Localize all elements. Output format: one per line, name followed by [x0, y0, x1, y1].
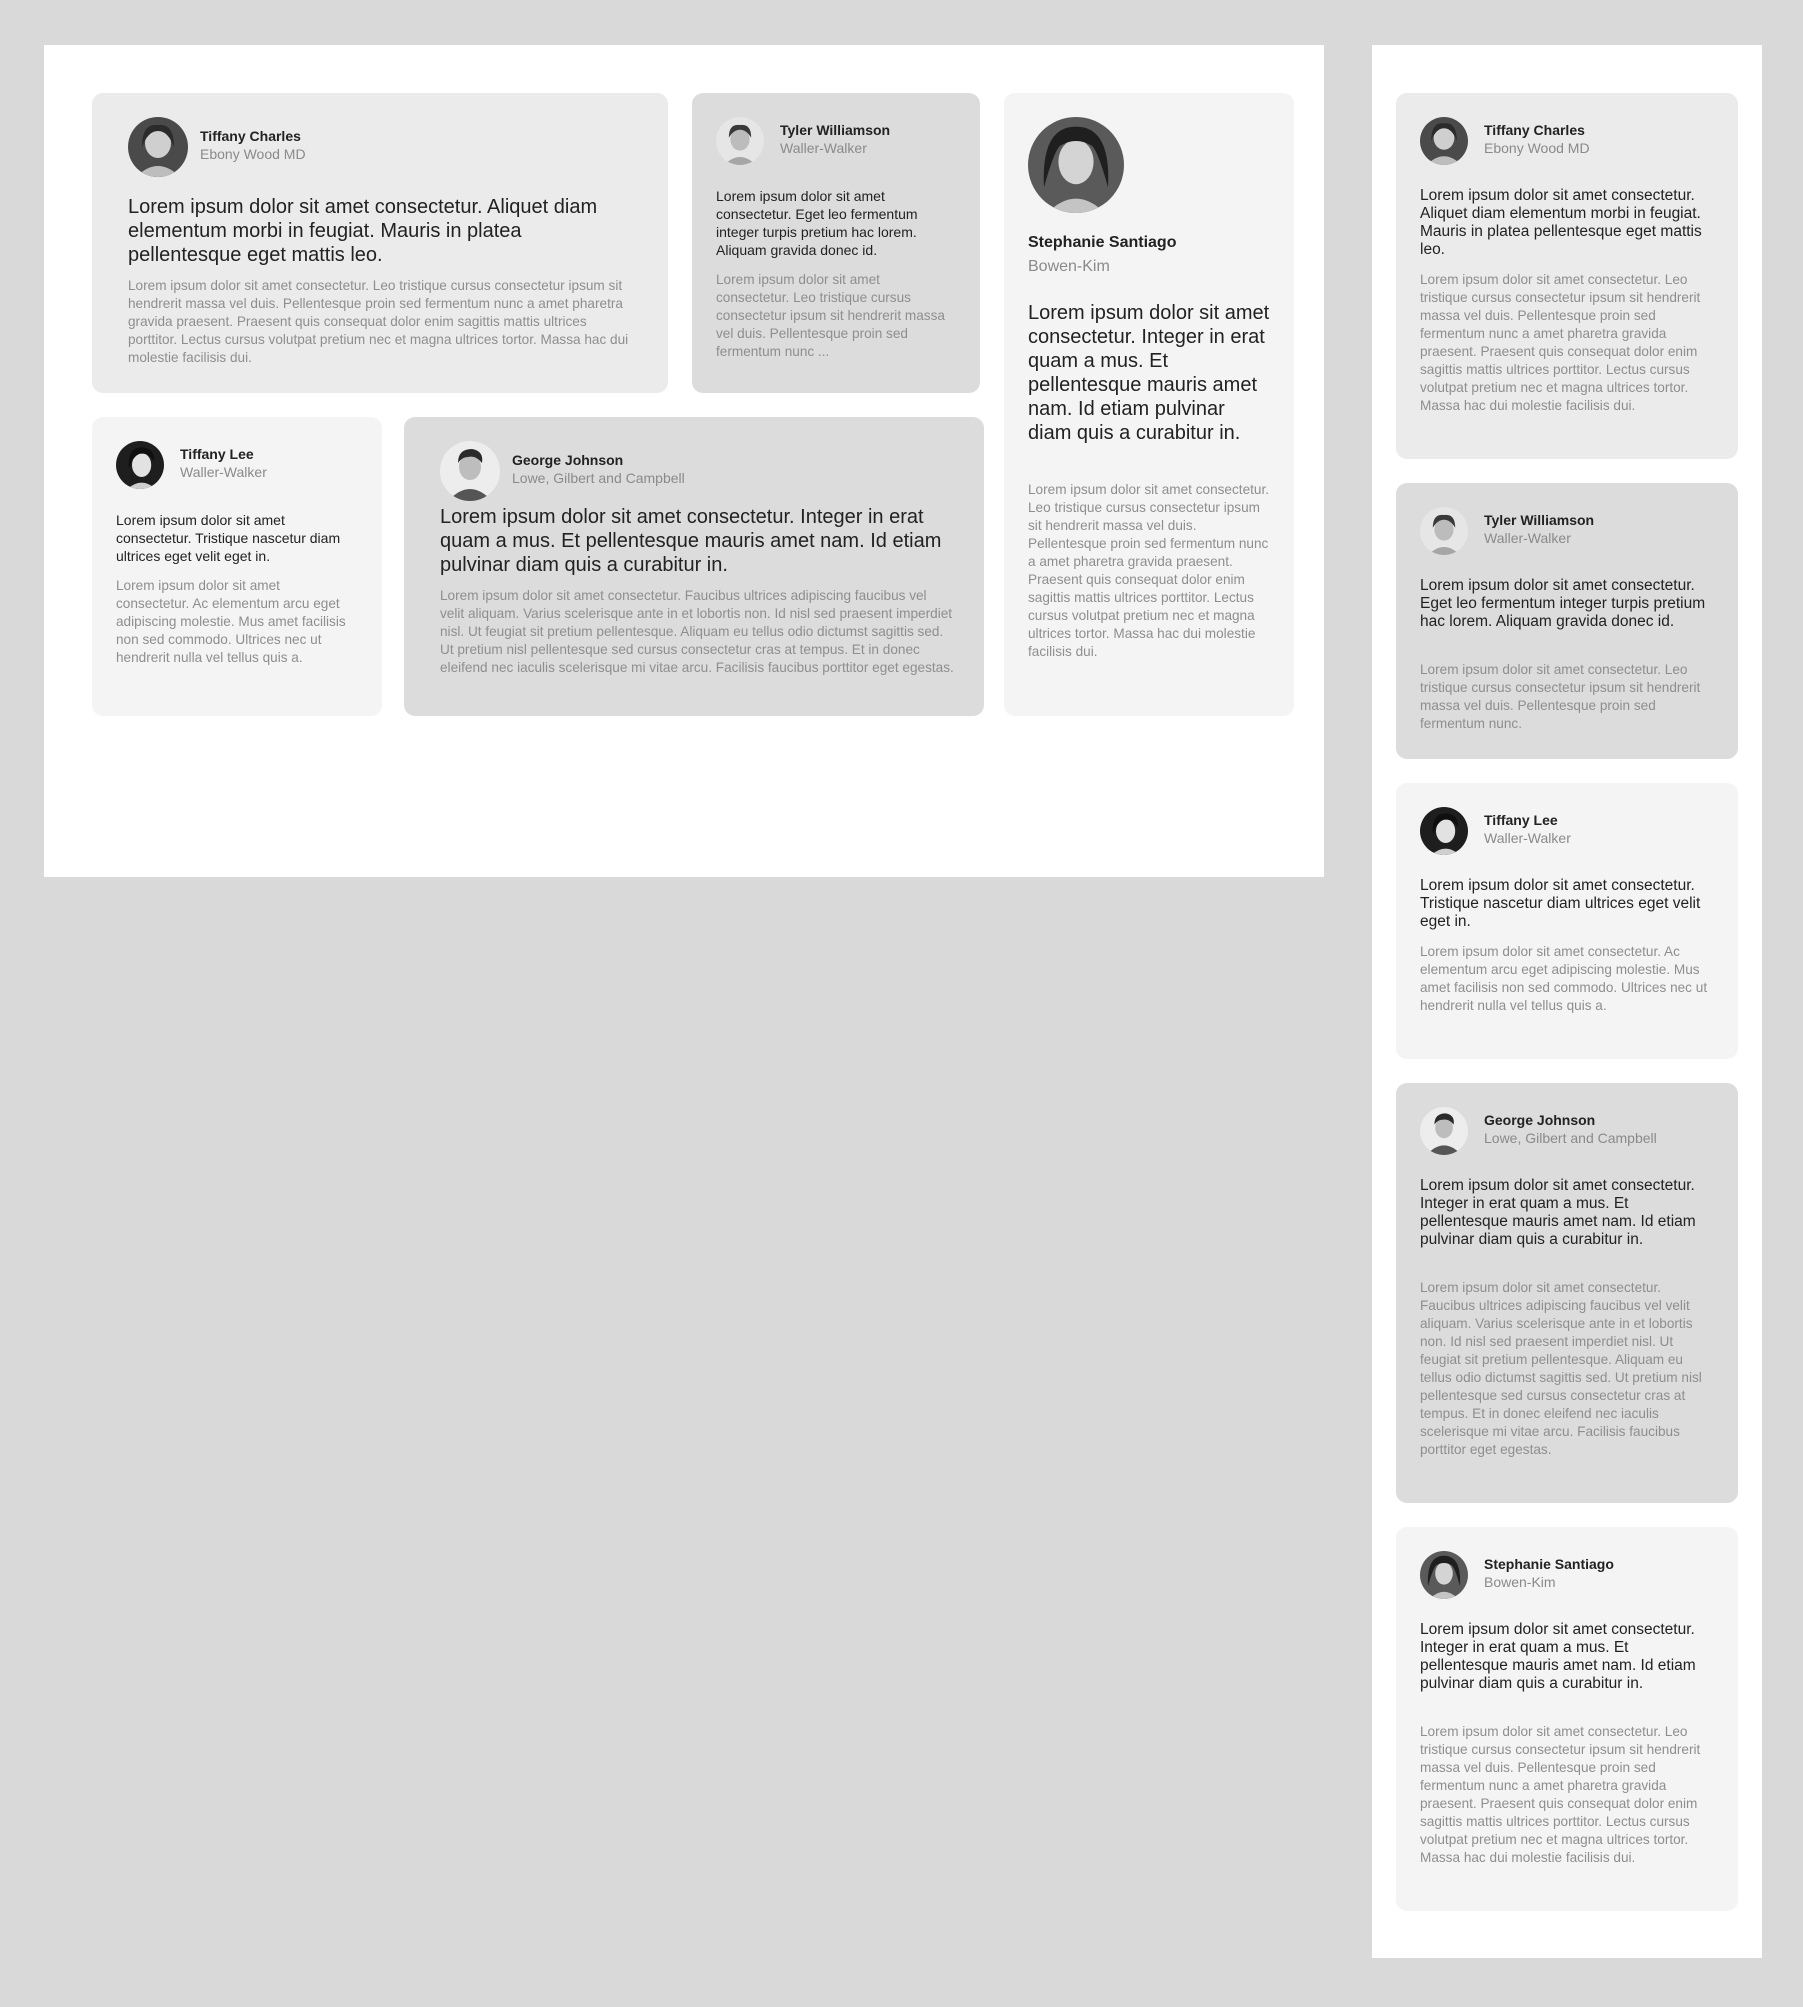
- testimonial-card-george-johnson: George Johnson Lowe, Gilbert and Campbel…: [404, 417, 984, 716]
- avatar: [1420, 507, 1468, 555]
- testimonial-body: Lorem ipsum dolor sit amet consectetur. …: [1420, 272, 1701, 413]
- testimonial-card-stephanie-santiago: Stephanie Santiago Bowen-Kim Lorem ipsum…: [1004, 93, 1294, 716]
- avatar: [716, 117, 764, 165]
- author-name: Stephanie Santiago: [1028, 234, 1177, 251]
- testimonial-quote: Lorem ipsum dolor sit amet consectetur. …: [1420, 1177, 1696, 1248]
- testimonial-body: Lorem ipsum dolor sit amet consectetur. …: [128, 278, 629, 365]
- author-company: Waller-Walker: [1484, 830, 1571, 846]
- testimonial-body: Lorem ipsum dolor sit amet consectetur. …: [1420, 1724, 1701, 1865]
- author-company: Ebony Wood MD: [200, 146, 306, 162]
- testimonial-body: Lorem ipsum dolor sit amet consectetur. …: [1420, 1280, 1702, 1457]
- testimonial-body: Lorem ipsum dolor sit amet consectetur. …: [716, 272, 945, 359]
- testimonial-body: Lorem ipsum dolor sit amet consectetur. …: [1028, 482, 1270, 659]
- avatar: [1420, 117, 1468, 165]
- avatar: [116, 441, 164, 489]
- author-company: Waller-Walker: [180, 464, 267, 480]
- testimonial-card-tiffany-lee: Tiffany Lee Waller-Walker Lorem ipsum do…: [1396, 783, 1738, 1059]
- author-name: Tyler Williamson: [780, 122, 891, 138]
- author-name: Tyler Williamson: [1484, 512, 1595, 528]
- testimonial-quote: Lorem ipsum dolor sit amet consectetur. …: [1420, 187, 1702, 258]
- author-name: Stephanie Santiago: [1484, 1556, 1614, 1572]
- author-name: George Johnson: [512, 452, 624, 468]
- avatar: [1420, 1551, 1468, 1599]
- testimonial-body: Lorem ipsum dolor sit amet consectetur. …: [440, 588, 954, 675]
- author-company: Waller-Walker: [780, 140, 867, 156]
- testimonial-card-tiffany-lee: Tiffany Lee Waller-Walker Lorem ipsum do…: [92, 417, 382, 716]
- author-name: George Johnson: [1484, 1112, 1596, 1128]
- avatar: [1420, 1107, 1468, 1155]
- testimonial-body: Lorem ipsum dolor sit amet consectetur. …: [1420, 944, 1708, 1013]
- author-name: Tiffany Charles: [1484, 122, 1585, 138]
- testimonial-quote: Lorem ipsum dolor sit amet consectetur. …: [1028, 302, 1270, 444]
- avatar: [440, 441, 500, 501]
- author-company: Lowe, Gilbert and Campbell: [512, 470, 685, 486]
- avatar: [1420, 807, 1468, 855]
- testimonial-quote: Lorem ipsum dolor sit amet consectetur. …: [716, 188, 918, 258]
- testimonial-quote: Lorem ipsum dolor sit amet consectetur. …: [1420, 1621, 1696, 1692]
- mobile-testimonials-frame: Tiffany Charles Ebony Wood MD Lorem ipsu…: [1372, 45, 1762, 1958]
- testimonial-quote: Lorem ipsum dolor sit amet consectetur. …: [1420, 877, 1701, 930]
- author-company: Lowe, Gilbert and Campbell: [1484, 1130, 1657, 1146]
- desktop-testimonials-frame: Tiffany Charles Ebony Wood MD Lorem ipsu…: [44, 45, 1324, 877]
- author-name: Tiffany Lee: [1484, 812, 1558, 828]
- testimonial-card-george-johnson: George Johnson Lowe, Gilbert and Campbel…: [1396, 1083, 1738, 1503]
- testimonial-quote: Lorem ipsum dolor sit amet consectetur. …: [116, 512, 341, 564]
- testimonial-card-tiffany-charles: Tiffany Charles Ebony Wood MD Lorem ipsu…: [92, 93, 668, 393]
- testimonial-card-tiffany-charles: Tiffany Charles Ebony Wood MD Lorem ipsu…: [1396, 93, 1738, 459]
- testimonial-card-tyler-williamson: Tyler Williamson Waller-Walker Lorem ips…: [692, 93, 980, 393]
- author-company: Bowen-Kim: [1484, 1574, 1556, 1590]
- avatar: [1028, 117, 1124, 213]
- testimonial-quote: Lorem ipsum dolor sit amet consectetur. …: [128, 196, 598, 266]
- author-company: Bowen-Kim: [1028, 258, 1110, 275]
- testimonial-quote: Lorem ipsum dolor sit amet consectetur. …: [1420, 577, 1706, 630]
- author-name: Tiffany Charles: [200, 128, 301, 144]
- author-company: Ebony Wood MD: [1484, 140, 1590, 156]
- testimonial-quote: Lorem ipsum dolor sit amet consectetur. …: [440, 506, 942, 576]
- testimonial-card-stephanie-santiago: Stephanie Santiago Bowen-Kim Lorem ipsum…: [1396, 1527, 1738, 1911]
- testimonial-body: Lorem ipsum dolor sit amet consectetur. …: [1420, 662, 1701, 731]
- author-name: Tiffany Lee: [180, 446, 254, 462]
- testimonial-card-tyler-williamson: Tyler Williamson Waller-Walker Lorem ips…: [1396, 483, 1738, 759]
- author-company: Waller-Walker: [1484, 530, 1571, 546]
- avatar: [128, 117, 188, 177]
- testimonial-body: Lorem ipsum dolor sit amet consectetur. …: [116, 578, 346, 665]
